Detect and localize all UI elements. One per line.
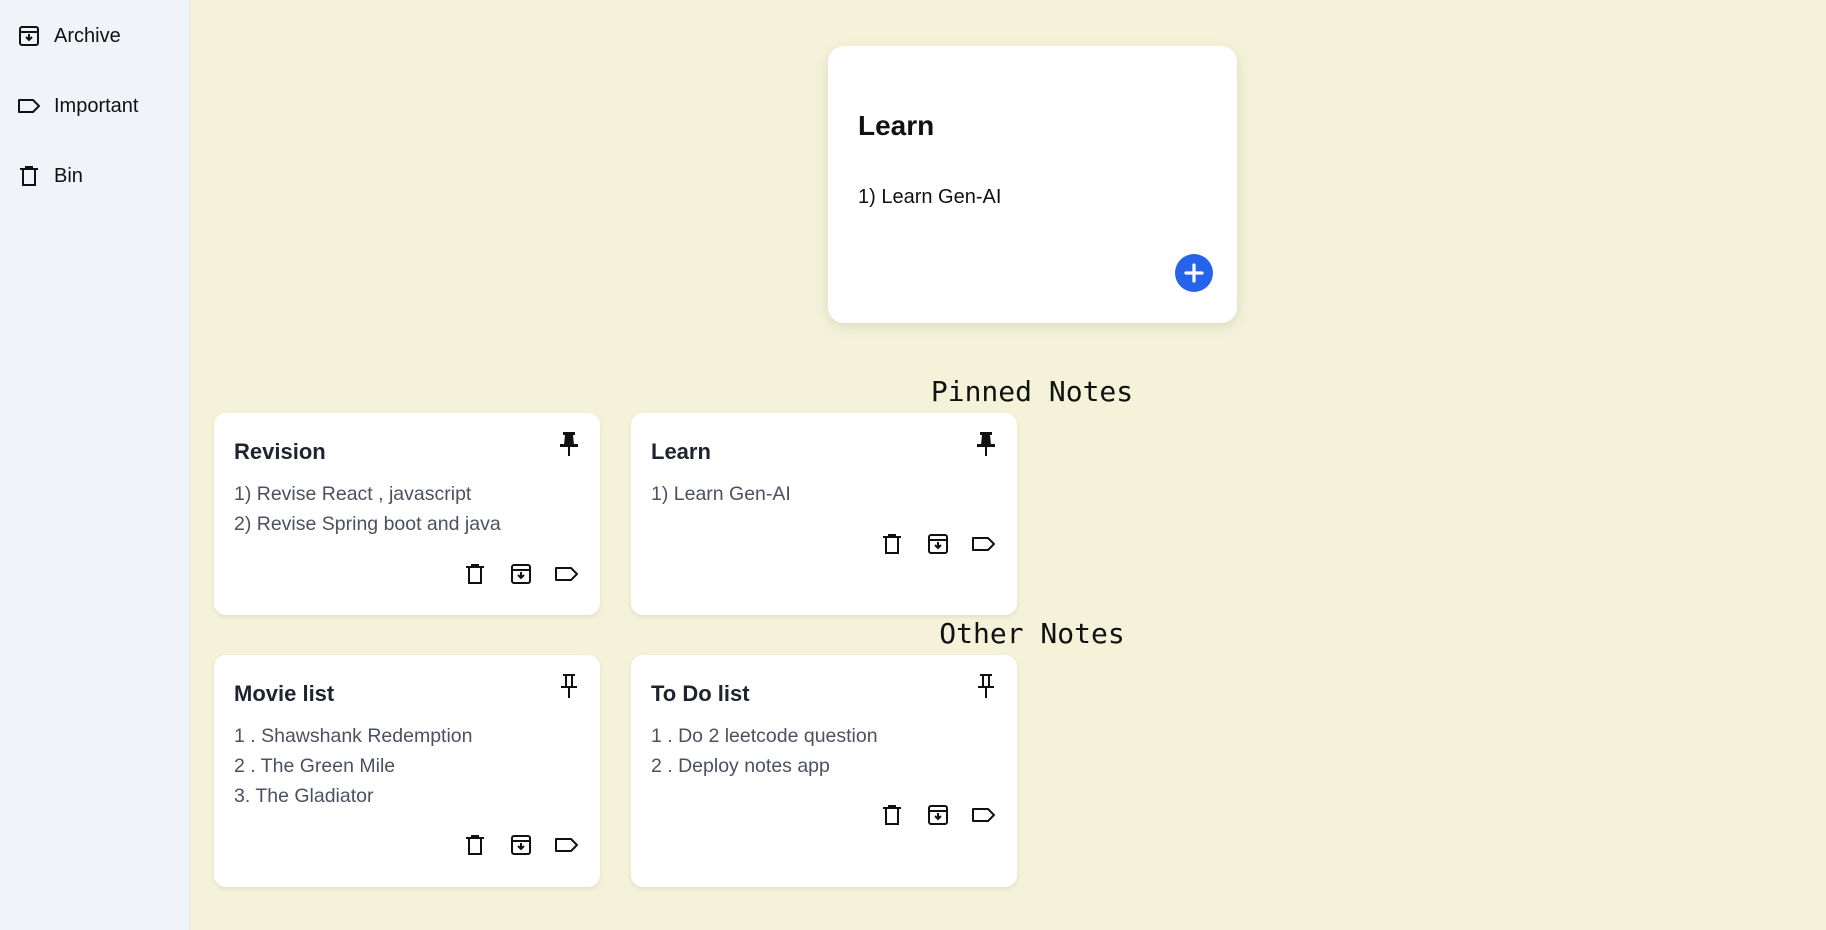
label-icon [972, 808, 995, 822]
pin-button[interactable] [556, 671, 582, 701]
note-line: 1) Learn Gen-AI [651, 483, 791, 505]
note-title: Revision [234, 439, 326, 464]
note-line: 2 . Deploy notes app [651, 755, 830, 777]
pin-button[interactable] [556, 429, 582, 459]
label-icon [16, 93, 42, 119]
note-card[interactable]: Revision 1) Revise React , javascript 2)… [214, 413, 600, 615]
note-actions [462, 832, 580, 858]
pin-button[interactable] [973, 429, 999, 459]
sidebar-item-label: Important [54, 94, 139, 117]
archive-button[interactable] [925, 531, 951, 557]
note-title: Movie list [234, 681, 335, 706]
trash-icon [466, 835, 484, 855]
note-content: 1 . Do 2 leetcode question 2 . Deploy no… [651, 721, 878, 781]
delete-button[interactable] [462, 561, 488, 587]
note-line: 1) Revise React , javascript [234, 483, 472, 505]
note-title: Learn [651, 439, 711, 464]
archive-button[interactable] [508, 832, 534, 858]
delete-button[interactable] [879, 531, 905, 557]
pin-outline-icon [561, 674, 577, 698]
sidebar-item-label: Bin [54, 164, 83, 187]
note-actions [879, 531, 997, 557]
trash-icon [883, 534, 901, 554]
add-note-button[interactable] [1175, 254, 1213, 292]
note-actions [879, 802, 997, 828]
other-notes-heading: Other Notes [939, 617, 1125, 650]
sidebar: Archive Important Bin [0, 0, 190, 930]
archive-icon [928, 534, 948, 554]
pin-filled-icon [560, 432, 578, 456]
note-line: 1 . Do 2 leetcode question [651, 725, 878, 747]
pin-outline-icon [978, 674, 994, 698]
note-line: 2 . The Green Mile [234, 755, 396, 777]
label-button[interactable] [971, 531, 997, 557]
archive-icon [511, 835, 531, 855]
archive-icon [928, 805, 948, 825]
note-content: 1 . Shawshank Redemption 2 . The Green M… [234, 721, 472, 811]
label-icon [555, 838, 578, 852]
archive-button[interactable] [925, 802, 951, 828]
label-button[interactable] [971, 802, 997, 828]
sidebar-item-label: Archive [54, 24, 121, 47]
archive-button[interactable] [508, 561, 534, 587]
note-title: To Do list [651, 681, 750, 706]
plus-icon [1184, 263, 1204, 283]
composer-body[interactable]: 1) Learn Gen-AI [858, 186, 1001, 209]
note-card[interactable]: To Do list 1 . Do 2 leetcode question 2 … [631, 655, 1017, 887]
pinned-notes-heading: Pinned Notes [930, 375, 1134, 408]
composer-title[interactable]: Learn [858, 110, 934, 142]
note-card[interactable]: Learn 1) Learn Gen-AI [631, 413, 1017, 615]
trash-icon [16, 163, 42, 189]
trash-icon [466, 564, 484, 584]
note-line: 3. The Gladiator [234, 785, 374, 807]
pin-filled-icon [977, 432, 995, 456]
sidebar-item-important[interactable]: Important [16, 88, 176, 124]
note-card[interactable]: Movie list 1 . Shawshank Redemption 2 . … [214, 655, 600, 887]
trash-icon [883, 805, 901, 825]
note-line: 1 . Shawshank Redemption [234, 725, 473, 747]
note-composer[interactable]: Learn 1) Learn Gen-AI [828, 46, 1237, 323]
delete-button[interactable] [462, 832, 488, 858]
pin-button[interactable] [973, 671, 999, 701]
sidebar-item-bin[interactable]: Bin [16, 158, 176, 194]
note-actions [462, 561, 580, 587]
sidebar-item-archive[interactable]: Archive [16, 18, 176, 54]
note-content: 1) Revise React , javascript 2) Revise S… [234, 479, 501, 539]
label-button[interactable] [554, 561, 580, 587]
archive-icon [511, 564, 531, 584]
note-line: 2) Revise Spring boot and java [234, 513, 501, 535]
label-button[interactable] [554, 832, 580, 858]
note-content: 1) Learn Gen-AI [651, 479, 791, 509]
archive-icon [16, 23, 42, 49]
delete-button[interactable] [879, 802, 905, 828]
label-icon [555, 567, 578, 581]
label-icon [972, 537, 995, 551]
